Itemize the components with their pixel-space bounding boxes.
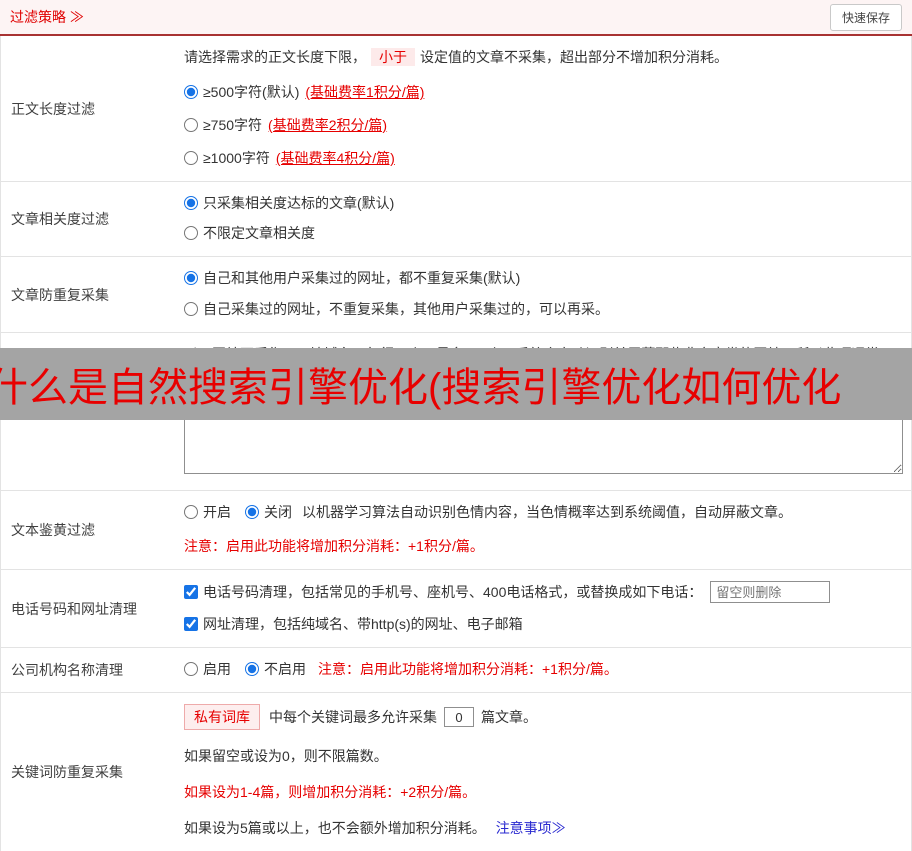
quick-save-button[interactable]: 快速保存 xyxy=(829,3,902,31)
option-porn-on[interactable]: 开启 xyxy=(184,502,231,522)
option-label: 开启 xyxy=(203,504,231,520)
radio-length-1000[interactable] xyxy=(184,151,198,165)
keyword-note-free: 如果设为5篇或以上，也不会额外增加积分消耗。 注意事项≫ xyxy=(184,820,566,836)
row-label-dedup: 文章防重复采集 xyxy=(11,286,109,303)
option-phone-cleanup[interactable]: 电话号码清理，包括常见的手机号、座机号、400电话格式，或替换成如下电话： xyxy=(184,582,702,602)
porn-cost-note: 注意：启用此功能将增加积分消耗：+1积分/篇。 xyxy=(184,538,484,554)
header-bar: 过滤策略 ≫ 快速保存 xyxy=(0,0,912,36)
keyword-line1-end: 篇文章。 xyxy=(481,709,537,725)
less-than-highlight: 小于 xyxy=(371,48,415,66)
option-label: 关闭 xyxy=(264,504,292,520)
radio-company-on[interactable] xyxy=(184,662,198,676)
keyword-line1-mid: 中每个关键词最多允许采集 xyxy=(269,709,437,725)
option-company-on[interactable]: 启用 xyxy=(184,659,231,679)
radio-porn-off[interactable] xyxy=(245,505,259,519)
private-lexicon-tag: 私有词库 xyxy=(184,704,260,730)
row-label-keyword-dedup: 关键词防重复采集 xyxy=(11,764,123,780)
replacement-phone-input[interactable] xyxy=(710,581,831,603)
keyword-note-cost: 如果设为1-4篇，则增加积分消耗：+2积分/篇。 xyxy=(184,784,477,800)
checkbox-phone-cleanup[interactable] xyxy=(184,585,198,599)
option-label: 不限定文章相关度 xyxy=(203,225,315,241)
option-dedup-self[interactable]: 自己采集过的网址，不重复采集，其他用户采集过的，可以再采。 xyxy=(184,299,609,319)
radio-dedup-self[interactable] xyxy=(184,302,198,316)
row-porn-filter: 文本鉴黄过滤 开启 关闭 以机器学习算法自动识别色情内容，当色情概率达到系统阈值… xyxy=(1,491,911,570)
row-keyword-dedup: 关键词防重复采集 私有词库 中每个关键词最多允许采集 篇文章。 如果留空或设为0… xyxy=(1,693,911,851)
option-label: ≥1000字符 xyxy=(203,150,270,166)
porn-description: 以机器学习算法自动识别色情内容，当色情概率达到系统阈值，自动屏蔽文章。 xyxy=(302,504,792,520)
option-relevance-strict[interactable]: 只采集相关度达标的文章(默认) xyxy=(184,193,394,213)
option-url-cleanup[interactable]: 网址清理，包括纯域名、带http(s)的网址、电子邮箱 xyxy=(184,614,523,634)
radio-relevance-strict[interactable] xyxy=(184,196,198,210)
option-note: (基础费率1积分/篇) xyxy=(305,84,425,100)
row-label-relevance: 文章相关度过滤 xyxy=(11,211,109,227)
settings-table: 正文长度过滤 请选择需求的正文长度下限， 小于 设定值的文章不采集，超出部分不增加积… xyxy=(0,36,912,851)
floating-marquee-overlay[interactable]: 什么是自然搜索引擎优化(搜索引擎优化如何优化 xyxy=(0,348,912,420)
option-label: 电话号码清理，包括常见的手机号、座机号、400电话格式，或替换成如下电话： xyxy=(203,584,703,600)
option-length-500[interactable]: ≥500字符(默认) xyxy=(184,82,299,102)
row-label-phone-url: 电话号码和网址清理 xyxy=(11,600,137,617)
row-label-porn-filter: 文本鉴黄过滤 xyxy=(11,522,95,538)
option-label: ≥500字符(默认) xyxy=(203,84,300,100)
option-label: 启用 xyxy=(203,661,231,677)
option-note: (基础费率4积分/篇) xyxy=(275,150,395,166)
radio-porn-on[interactable] xyxy=(184,505,198,519)
option-label: 自己采集过的网址，不重复采集，其他用户采集过的，可以再采。 xyxy=(203,301,609,317)
keyword-note-unlimited: 如果留空或设为0，则不限篇数。 xyxy=(184,748,388,764)
option-label: ≥750字符 xyxy=(203,117,263,133)
option-label: 不启用 xyxy=(264,661,306,677)
radio-relevance-any[interactable] xyxy=(184,226,198,240)
company-cost-note: 注意：启用此功能将增加积分消耗：+1积分/篇。 xyxy=(318,661,618,677)
row-label-company-cleanup: 公司机构名称清理 xyxy=(11,662,123,678)
row-dedup: 文章防重复采集 自己和其他用户采集过的网址，都不重复采集(默认) 自己采集过的网… xyxy=(1,257,911,333)
option-length-1000[interactable]: ≥1000字符 xyxy=(184,148,270,168)
option-label: 网址清理，包括纯域名、带http(s)的网址、电子邮箱 xyxy=(203,616,523,632)
body-length-intro: 请选择需求的正文长度下限， 小于 设定值的文章不采集，超出部分不增加积分消耗。 xyxy=(184,48,728,66)
row-phone-url-cleanup: 电话号码和网址清理 电话号码清理，包括常见的手机号、座机号、400电话格式，或替… xyxy=(1,570,911,648)
option-note: (基础费率2积分/篇) xyxy=(268,117,388,133)
radio-dedup-global[interactable] xyxy=(184,271,198,285)
row-label-body-length: 正文长度过滤 xyxy=(11,100,95,117)
page-title[interactable]: 过滤策略 ≫ xyxy=(10,7,84,27)
option-label: 只采集相关度达标的文章(默认) xyxy=(203,195,395,211)
notice-link[interactable]: 注意事项≫ xyxy=(496,820,566,836)
row-company-cleanup: 公司机构名称清理 启用 不启用 注意：启用此功能将增加积分消耗：+1积分/篇。 xyxy=(1,648,911,693)
radio-company-off[interactable] xyxy=(245,662,259,676)
marquee-text: 什么是自然搜索引擎优化(搜索引擎优化如何优化 xyxy=(0,366,842,410)
radio-length-500[interactable] xyxy=(184,85,198,99)
option-dedup-global[interactable]: 自己和其他用户采集过的网址，都不重复采集(默认) xyxy=(184,268,520,288)
option-relevance-any[interactable]: 不限定文章相关度 xyxy=(184,223,315,243)
checkbox-url-cleanup[interactable] xyxy=(184,617,198,631)
option-company-off[interactable]: 不启用 xyxy=(245,659,306,679)
radio-length-750[interactable] xyxy=(184,118,198,132)
option-porn-off[interactable]: 关闭 xyxy=(245,502,292,522)
option-label: 自己和其他用户采集过的网址，都不重复采集(默认) xyxy=(203,270,521,286)
row-body-length: 正文长度过滤 请选择需求的正文长度下限， 小于 设定值的文章不采集，超出部分不增加积… xyxy=(1,36,911,182)
option-length-750[interactable]: ≥750字符 xyxy=(184,115,262,135)
row-relevance: 文章相关度过滤 只采集相关度达标的文章(默认) 不限定文章相关度 xyxy=(1,182,911,257)
keyword-limit-input[interactable] xyxy=(444,707,474,727)
